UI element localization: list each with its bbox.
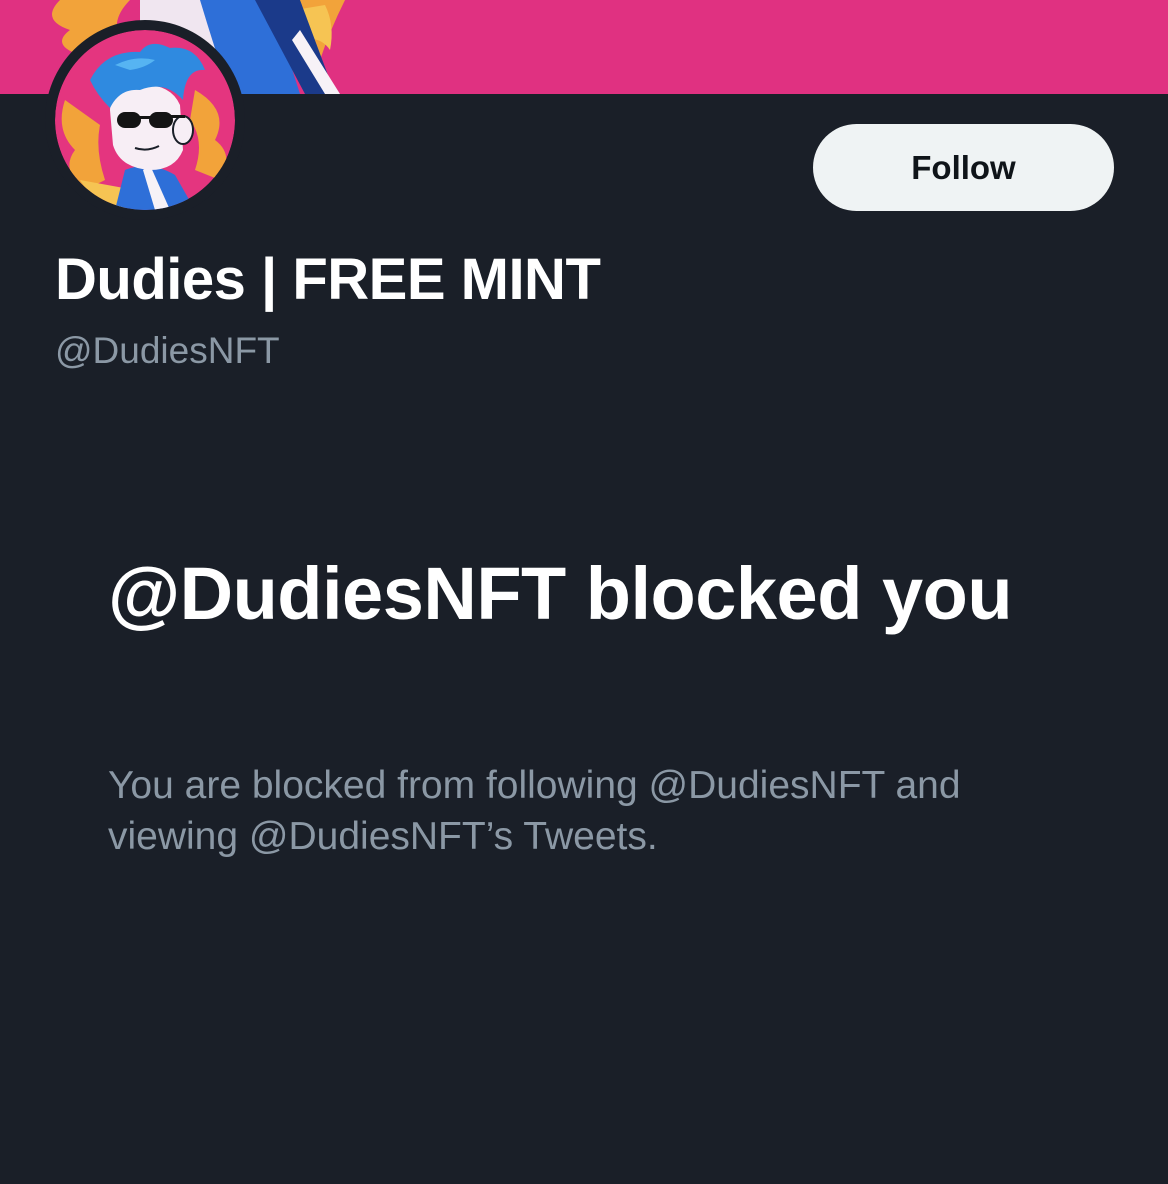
blocked-description: You are blocked from following @DudiesNF… (108, 764, 961, 858)
avatar-image (55, 30, 235, 210)
profile-handle: @DudiesNFT (55, 330, 280, 371)
follow-button[interactable]: Follow (813, 124, 1114, 211)
profile-avatar[interactable] (45, 20, 245, 220)
blocked-title: @DudiesNFT blocked you (108, 552, 1013, 635)
display-name: Dudies | FREE MINT (55, 247, 601, 312)
